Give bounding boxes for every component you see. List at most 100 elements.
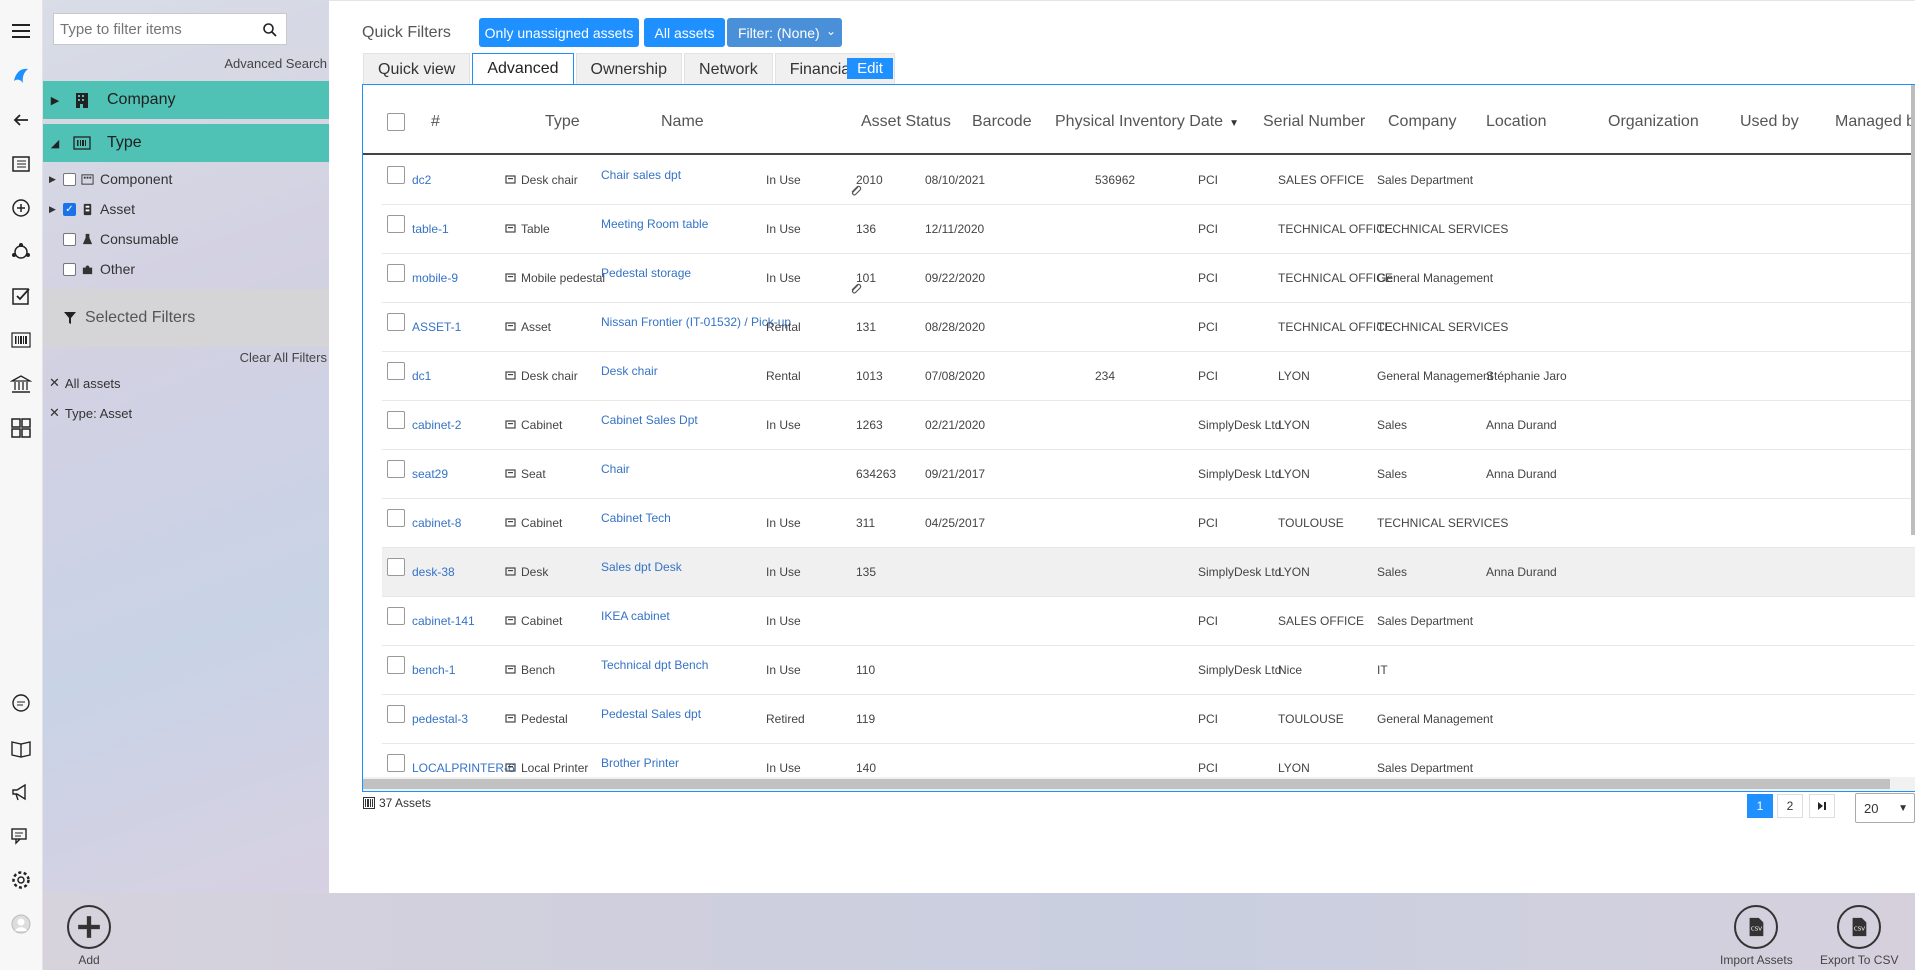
network-icon[interactable] [9,240,33,264]
sort-desc-icon[interactable]: ▼ [1229,118,1239,129]
cell-id[interactable]: bench-1 [412,663,455,677]
column-header-id[interactable]: # [431,113,440,131]
row-checkbox[interactable] [387,656,405,674]
cell-id[interactable]: cabinet-141 [412,614,475,628]
vertical-scrollbar[interactable] [1911,85,1915,535]
user-avatar-icon[interactable] [9,912,33,936]
table-row[interactable]: bench-1 Bench Technical dpt Bench In Use 110… [382,646,1915,695]
last-page-button[interactable] [1809,794,1835,818]
export-csv-button[interactable]: CSV Export To CSV [1820,905,1898,967]
tree-item-component[interactable]: ▶ Component [49,168,172,190]
tab-network[interactable]: Network [684,53,773,85]
back-arrow-icon[interactable] [9,108,33,132]
messages-icon[interactable] [9,824,33,848]
page-1-button[interactable]: 1 [1747,794,1773,818]
row-checkbox[interactable] [387,558,405,576]
row-checkbox[interactable] [387,313,405,331]
cell-name[interactable]: Chair [601,462,630,476]
column-header-location[interactable]: Location [1486,113,1547,131]
list-icon[interactable] [9,152,33,176]
scrollbar-thumb[interactable] [363,779,1890,789]
page-size-select[interactable]: 20 ▼ [1855,793,1915,823]
cell-name[interactable]: Pedestal Sales dpt [601,707,701,721]
cell-id[interactable]: cabinet-8 [412,516,461,530]
row-checkbox[interactable] [387,607,405,625]
app-logo-icon[interactable] [9,64,33,88]
row-checkbox[interactable] [387,264,405,282]
cell-id[interactable]: mobile-9 [412,271,458,285]
group-type[interactable]: ◢ Type [43,124,329,162]
advanced-search-link[interactable]: Advanced Search [224,56,327,71]
import-assets-button[interactable]: CSV Import Assets [1720,905,1793,967]
column-header-organization[interactable]: Organization [1608,113,1699,131]
table-row[interactable]: cabinet-2 Cabinet Cabinet Sales Dpt In Use 1… [382,401,1915,450]
column-header-status[interactable]: Asset Status [861,113,951,131]
announcement-icon[interactable] [9,780,33,804]
column-header-inventory-date[interactable]: Physical Inventory Date ▼ [1055,113,1239,131]
cell-name[interactable]: Brother Printer [601,756,679,770]
edit-button[interactable]: Edit [847,58,893,79]
row-checkbox[interactable] [387,509,405,527]
table-row[interactable]: table-1 Table Meeting Room table In Use 136 1… [382,205,1915,254]
cell-name[interactable]: Nissan Frontier (IT-01532) / Pick-up [601,315,791,329]
table-row[interactable]: seat29 Seat Chair 634263 09/21/2017 SimplyDes… [382,450,1915,499]
close-icon[interactable]: ✕ [49,375,60,391]
row-checkbox[interactable] [387,460,405,478]
dashboard-grid-icon[interactable] [9,416,33,440]
tree-item-other[interactable]: Other [49,258,135,280]
active-filter-chip[interactable]: ✕ All assets [49,375,121,391]
cell-name[interactable]: Cabinet Tech [601,511,671,525]
paperclip-icon[interactable] [848,182,862,198]
table-row[interactable]: mobile-9 Mobile pedestal Pedestal storage I… [382,254,1915,303]
row-checkbox[interactable] [387,705,405,723]
clear-all-filters-link[interactable]: Clear All Filters [240,350,327,365]
barcode-icon[interactable] [9,328,33,352]
cell-name[interactable]: Technical dpt Bench [601,658,708,672]
cell-name[interactable]: Sales dpt Desk [601,560,682,574]
column-header-barcode[interactable]: Barcode [972,113,1032,131]
chat-icon[interactable] [9,692,33,716]
table-row[interactable]: pedestal-3 Pedestal Pedestal Sales dpt Reti… [382,695,1915,744]
cell-name[interactable]: Cabinet Sales Dpt [601,413,698,427]
task-check-icon[interactable] [9,284,33,308]
row-checkbox[interactable] [387,215,405,233]
table-row[interactable]: ASSET-1 Asset Nissan Frontier (IT-01532) /… [382,303,1915,352]
column-header-managed-by[interactable]: Managed b [1835,113,1915,131]
column-header-serial[interactable]: Serial Number [1263,113,1365,131]
checkbox-checked[interactable]: ✓ [63,202,76,216]
knowledge-book-icon[interactable] [9,736,33,760]
cell-id[interactable]: cabinet-2 [412,418,461,432]
cell-id[interactable]: seat29 [412,467,448,481]
only-unassigned-button[interactable]: Only unassigned assets [479,18,639,47]
hamburger-menu-icon[interactable] [9,19,33,43]
checkbox[interactable] [63,232,76,246]
close-icon[interactable]: ✕ [49,405,60,421]
horizontal-scrollbar[interactable] [363,777,1915,791]
column-header-type[interactable]: Type [545,113,580,131]
add-circle-icon[interactable] [9,196,33,220]
add-button[interactable]: Add [67,905,111,967]
tab-ownership[interactable]: Ownership [575,53,683,85]
checkbox[interactable] [63,262,76,276]
column-header-used-by[interactable]: Used by [1740,113,1799,131]
cell-name[interactable]: Chair sales dpt [601,168,681,182]
table-row[interactable]: cabinet-8 Cabinet Cabinet Tech In Use 311 04/… [382,499,1915,548]
checkbox[interactable] [63,172,76,186]
caret-right-icon[interactable]: ▶ [49,204,59,215]
active-filter-chip[interactable]: ✕ Type: Asset [49,405,132,421]
column-header-name[interactable]: Name [661,113,704,131]
table-row[interactable]: desk-38 Desk Sales dpt Desk In Use 135 Simply… [382,548,1915,597]
search-icon[interactable] [262,22,278,38]
table-row[interactable]: dc2 Desk chair Chair sales dpt In Use 2010 08… [382,156,1915,205]
cell-id[interactable]: LOCALPRINTER-6 [412,761,515,775]
cell-name[interactable]: Meeting Room table [601,217,708,231]
group-company[interactable]: ▶ Company [43,81,329,119]
tab-quick-view[interactable]: Quick view [363,53,471,85]
row-checkbox[interactable] [387,166,405,184]
table-row[interactable]: cabinet-141 Cabinet IKEA cabinet In Use PCI S… [382,597,1915,646]
filter-dropdown[interactable]: Filter: (None) ⌄ [727,18,842,47]
settings-gear-icon[interactable] [9,868,33,892]
filter-input[interactable] [54,14,244,44]
row-checkbox[interactable] [387,754,405,772]
page-2-button[interactable]: 2 [1777,794,1803,818]
